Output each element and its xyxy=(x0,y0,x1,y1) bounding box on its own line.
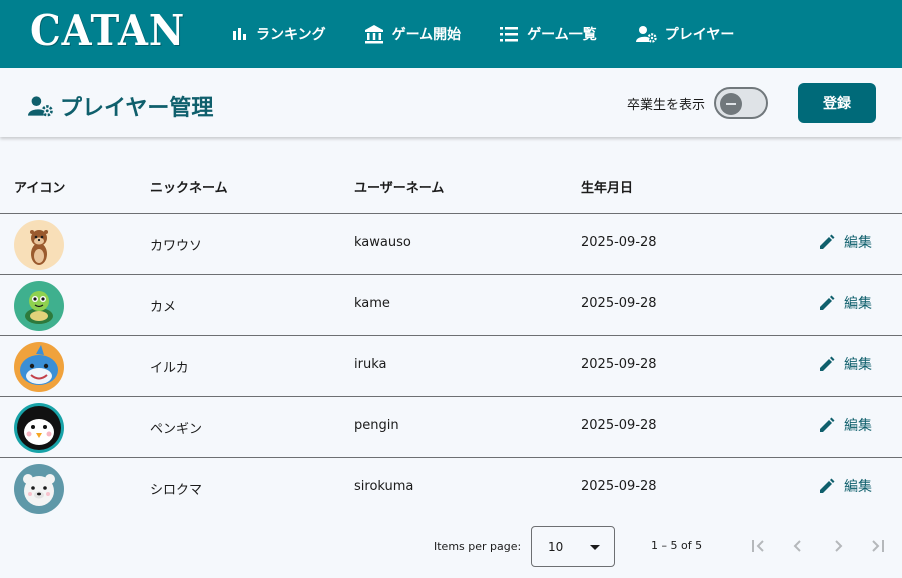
table-row: ペンギン pengin 2025-09-28 編集 xyxy=(0,397,902,458)
edit-label: 編集 xyxy=(844,357,872,373)
nickname-cell: イルカ xyxy=(150,361,189,376)
nav-ranking-label: ランキング xyxy=(256,27,326,43)
table-row: カワウソ kawauso 2025-09-28 編集 xyxy=(0,214,902,275)
nickname-cell: シロクマ xyxy=(150,483,203,498)
page-size-value: 10 xyxy=(548,540,564,554)
nav-players[interactable]: プレイヤー xyxy=(635,24,735,44)
catan-logo[interactable]: CATAN xyxy=(30,6,185,55)
institution-icon xyxy=(364,25,383,44)
table-row: シロクマ sirokuma 2025-09-28 編集 xyxy=(0,458,902,519)
edit-button[interactable]: 編集 xyxy=(818,293,872,313)
pencil-icon xyxy=(820,478,835,493)
username-cell: kawauso xyxy=(354,235,411,250)
manage-accounts-icon xyxy=(28,96,53,117)
page-title-text: プレイヤー管理 xyxy=(60,96,214,121)
page-size-select[interactable]: 10 xyxy=(531,526,615,567)
show-graduates-toggle[interactable] xyxy=(714,87,768,119)
pencil-icon xyxy=(820,234,835,249)
otter-avatar xyxy=(14,220,64,270)
paginator: Items per page: 10 1 – 5 of 5 xyxy=(0,526,902,568)
column-header-icon: アイコン xyxy=(14,181,66,196)
first-page-button[interactable] xyxy=(746,534,770,558)
list-icon xyxy=(500,27,519,42)
polar-bear-avatar xyxy=(14,464,64,514)
last-page-icon xyxy=(872,540,884,552)
main-nav: ランキング ゲーム開始 ゲーム一覧 プレイヤー xyxy=(230,0,772,68)
nickname-cell: ペンギン xyxy=(150,422,203,437)
column-header-nickname: ニックネーム xyxy=(150,181,228,196)
items-per-page-label: Items per page: xyxy=(434,540,522,553)
top-app-bar: CATAN ランキング ゲーム開始 ゲーム一覧 プレイヤー xyxy=(0,0,902,68)
show-graduates-label: 卒業生を表示 xyxy=(627,98,706,113)
chevron-left-icon xyxy=(793,540,801,552)
manage-accounts-icon xyxy=(635,26,657,43)
username-cell: sirokuma xyxy=(354,479,414,494)
nav-game-list-label: ゲーム一覧 xyxy=(527,27,597,43)
penguin-avatar xyxy=(14,403,64,453)
nav-start-game[interactable]: ゲーム開始 xyxy=(364,24,462,44)
birthday-cell: 2025-09-28 xyxy=(581,418,657,433)
table-row: イルカ iruka 2025-09-28 編集 xyxy=(0,336,902,397)
page-range-label: 1 – 5 of 5 xyxy=(651,539,703,552)
nav-game-list[interactable]: ゲーム一覧 xyxy=(499,24,597,44)
edit-button[interactable]: 編集 xyxy=(818,354,872,374)
dropdown-arrow-icon xyxy=(590,545,600,550)
nickname-cell: カワウソ xyxy=(150,239,203,254)
username-cell: iruka xyxy=(354,357,387,372)
edit-button[interactable]: 編集 xyxy=(818,476,872,496)
birthday-cell: 2025-09-28 xyxy=(581,357,657,372)
turtle-avatar xyxy=(14,281,64,331)
column-header-username: ユーザーネーム xyxy=(354,181,445,196)
pencil-icon xyxy=(820,356,835,371)
chevron-right-icon xyxy=(835,540,843,552)
toggle-knob xyxy=(720,93,742,115)
username-cell: pengin xyxy=(354,418,399,433)
nav-players-label: プレイヤー xyxy=(664,27,735,43)
page-header: プレイヤー管理 卒業生を表示 登録 xyxy=(0,68,902,137)
column-header-birthday: 生年月日 xyxy=(581,181,634,196)
table-row: カメ kame 2025-09-28 編集 xyxy=(0,275,902,336)
table-header-row: アイコン ニックネーム ユーザーネーム 生年月日 xyxy=(0,152,902,214)
edit-label: 編集 xyxy=(844,418,872,434)
last-page-button[interactable] xyxy=(866,534,890,558)
pencil-icon xyxy=(820,295,835,310)
register-button[interactable]: 登録 xyxy=(798,83,876,123)
nav-start-game-label: ゲーム開始 xyxy=(391,27,462,43)
page-title: プレイヤー管理 xyxy=(26,90,213,122)
edit-button[interactable]: 編集 xyxy=(818,415,872,435)
dolphin-avatar xyxy=(14,342,64,392)
players-table: アイコン ニックネーム ユーザーネーム 生年月日 カワウソ kawauso 20… xyxy=(0,152,902,519)
nickname-cell: カメ xyxy=(150,300,177,315)
edit-label: 編集 xyxy=(844,296,872,312)
bar-chart-icon xyxy=(233,28,246,40)
next-page-button[interactable] xyxy=(826,534,850,558)
edit-label: 編集 xyxy=(844,235,872,251)
nav-ranking[interactable]: ランキング xyxy=(230,24,326,44)
previous-page-button[interactable] xyxy=(786,534,810,558)
birthday-cell: 2025-09-28 xyxy=(581,296,657,311)
edit-label: 編集 xyxy=(844,479,872,495)
edit-button[interactable]: 編集 xyxy=(818,232,872,252)
first-page-icon xyxy=(752,540,764,552)
pencil-icon xyxy=(820,417,835,432)
birthday-cell: 2025-09-28 xyxy=(581,479,657,494)
username-cell: kame xyxy=(354,296,390,311)
birthday-cell: 2025-09-28 xyxy=(581,235,657,250)
